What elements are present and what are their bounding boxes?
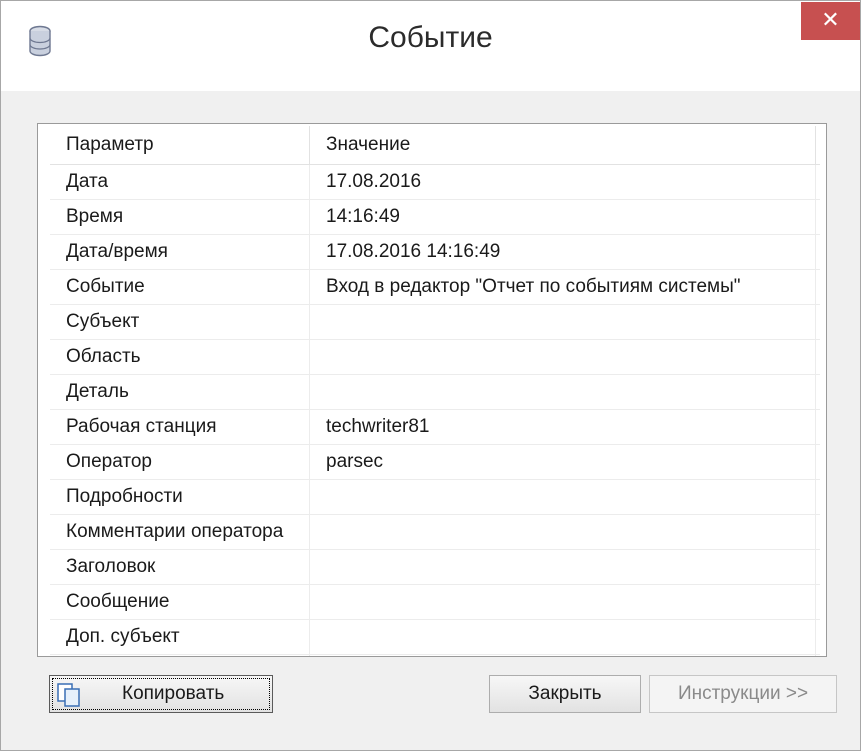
param-cell: Комментарии оператора xyxy=(50,515,310,549)
grid-rows: Дата 17.08.2016 Время 14:16:49 Дата/время 1… xyxy=(50,165,820,656)
value-cell xyxy=(310,305,816,339)
param-cell: Событие xyxy=(50,270,310,304)
param-cell: Дата/время xyxy=(50,235,310,269)
table-row[interactable]: Заголовок xyxy=(50,550,820,585)
grid-header: Параметр Значение xyxy=(50,126,820,165)
param-cell: Сообщение xyxy=(50,585,310,619)
param-cell: Деталь xyxy=(50,375,310,409)
table-row[interactable]: Оператор parsec xyxy=(50,445,820,480)
column-header-value[interactable]: Значение xyxy=(310,126,816,164)
close-button[interactable]: Закрыть xyxy=(489,675,641,713)
table-row[interactable]: Область xyxy=(50,340,820,375)
close-window-button[interactable]: ✕ xyxy=(801,2,860,40)
param-cell: Рабочая станция xyxy=(50,410,310,444)
value-cell: Вход в редактор "Отчет по событиям систе… xyxy=(310,270,816,304)
instructions-button[interactable]: Инструкции >> xyxy=(649,675,837,713)
value-cell xyxy=(310,655,816,656)
window-title: Событие xyxy=(368,21,493,54)
value-cell xyxy=(310,620,816,654)
column-header-parameter[interactable]: Параметр xyxy=(50,126,310,164)
value-cell: 17.08.2016 14:16:49 xyxy=(310,235,816,269)
table-row[interactable] xyxy=(50,655,820,656)
param-cell: Подробности xyxy=(50,480,310,514)
table-row[interactable]: Дата/время 17.08.2016 14:16:49 xyxy=(50,235,820,270)
title-bar[interactable]: Событие ✕ xyxy=(1,1,860,91)
table-row[interactable]: Сообщение xyxy=(50,585,820,620)
value-cell: parsec xyxy=(310,445,816,479)
param-cell: Доп. субъект xyxy=(50,620,310,654)
value-cell: techwriter81 xyxy=(310,410,816,444)
param-cell: Оператор xyxy=(50,445,310,479)
param-cell: Область xyxy=(50,340,310,374)
value-cell xyxy=(310,480,816,514)
table-row[interactable]: Деталь xyxy=(50,375,820,410)
event-dialog: Событие ✕ Параметр Значение Дата 17.08.20… xyxy=(0,0,861,751)
param-cell xyxy=(50,655,310,656)
value-cell xyxy=(310,340,816,374)
value-cell xyxy=(310,375,816,409)
param-cell: Время xyxy=(50,200,310,234)
copy-icon xyxy=(57,683,80,707)
value-cell xyxy=(310,515,816,549)
table-row[interactable]: Доп. субъект xyxy=(50,620,820,655)
table-row[interactable]: Рабочая станция techwriter81 xyxy=(50,410,820,445)
close-icon: ✕ xyxy=(821,8,840,33)
param-cell: Субъект xyxy=(50,305,310,339)
table-row[interactable]: Комментарии оператора xyxy=(50,515,820,550)
param-cell: Дата xyxy=(50,165,310,199)
copy-button-label: Копировать xyxy=(122,683,225,704)
value-cell: 14:16:49 xyxy=(310,200,816,234)
copy-button[interactable]: Копировать xyxy=(49,675,273,713)
table-row[interactable]: Время 14:16:49 xyxy=(50,200,820,235)
table-row[interactable]: Субъект xyxy=(50,305,820,340)
value-cell: 17.08.2016 xyxy=(310,165,816,199)
table-row[interactable]: Событие Вход в редактор "Отчет по события… xyxy=(50,270,820,305)
table-row[interactable]: Дата 17.08.2016 xyxy=(50,165,820,200)
value-cell xyxy=(310,550,816,584)
value-cell xyxy=(310,585,816,619)
table-row[interactable]: Подробности xyxy=(50,480,820,515)
param-cell: Заголовок xyxy=(50,550,310,584)
event-properties-grid[interactable]: Параметр Значение Дата 17.08.2016 Время 14… xyxy=(37,123,827,657)
